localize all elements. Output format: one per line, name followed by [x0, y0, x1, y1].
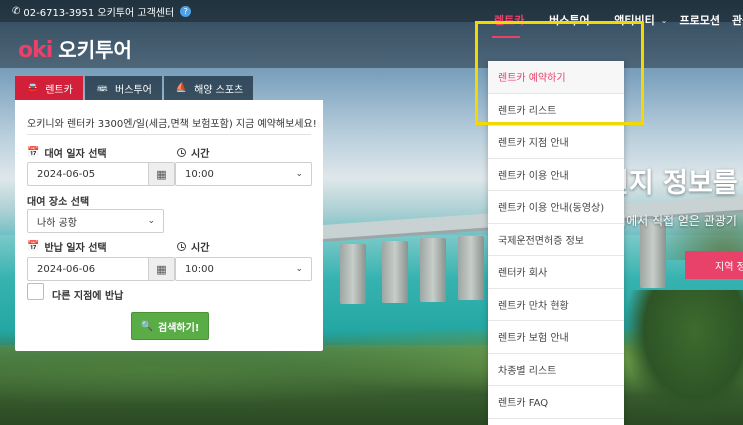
- chevron-down-icon: ⌄: [295, 169, 303, 179]
- divider: [27, 134, 311, 135]
- bridge-pillar: [420, 238, 446, 302]
- dropdown-item-guide[interactable]: 렌트카 이용 안내: [488, 159, 624, 191]
- pickup-date-label: 📅 대여 일자 선택: [27, 145, 107, 160]
- chevron-down-icon: ⌄: [147, 216, 155, 226]
- booking-tabs: 🚘 렌트카 🚌 버스투어 ⛵ 해양 스포츠: [15, 76, 254, 100]
- calendar-icon[interactable]: ▦: [148, 258, 174, 280]
- rentcar-booking-form: 오키니와 렌터카 3300엔/일(세금,면책 보험포함) 지금 예약해보세요! …: [15, 100, 323, 351]
- pickup-time-label: 시간: [177, 145, 209, 160]
- region-button[interactable]: 지역 정: [685, 251, 743, 279]
- dropdown-item-insurance[interactable]: 렌트카 보험 안내: [488, 321, 624, 354]
- clock-icon: [177, 242, 186, 251]
- highlight-box: [475, 21, 644, 125]
- pickup-date-value: 2024-06-05: [37, 168, 96, 180]
- phone-icon: ✆: [12, 5, 21, 17]
- tab-label: 버스투어: [115, 84, 152, 96]
- bridge-pillar: [382, 241, 408, 303]
- label-text: 시간: [191, 243, 210, 254]
- return-time-select[interactable]: 10:00 ⌄: [175, 257, 312, 281]
- form-intro-text: 오키니와 렌터카 3300엔/일(세금,면책 보험포함) 지금 예약해보세요!: [27, 119, 317, 130]
- search-button[interactable]: 🔍 검색하기!: [131, 312, 209, 340]
- hero-title: 현지 정보를: [604, 168, 738, 199]
- clock-icon: [177, 148, 186, 157]
- palm-tree: [623, 290, 743, 425]
- dropdown-item-branches[interactable]: 렌트카 지점 안내: [488, 126, 624, 159]
- dropdown-item-models[interactable]: 차종별 리스트: [488, 354, 624, 386]
- location-label: 대여 장소 선택: [27, 197, 90, 208]
- tab-marine-sports[interactable]: ⛵ 해양 스포츠: [163, 76, 254, 100]
- chevron-down-icon: ⌄: [660, 15, 668, 25]
- calendar-icon[interactable]: ▦: [148, 163, 174, 185]
- tab-rentcar[interactable]: 🚘 렌트카: [15, 76, 83, 100]
- pickup-time-value: 10:00: [185, 168, 214, 180]
- logo-mark: oki: [18, 38, 53, 63]
- phone-text[interactable]: 02-6713-3951 오키투어 고객센터: [23, 4, 174, 19]
- return-date-value: 2024-06-06: [37, 263, 96, 275]
- nav-item-promotion[interactable]: 프로모션: [673, 12, 725, 28]
- tab-label: 해양 스포츠: [194, 84, 244, 96]
- pickup-location-select[interactable]: 나하 공항 ⌄: [27, 209, 164, 233]
- search-icon: 🔍: [140, 320, 154, 332]
- dropdown-item-companies[interactable]: 렌터카 회사: [488, 256, 624, 289]
- calendar-icon: 📅: [27, 241, 40, 252]
- pickup-time-select[interactable]: 10:00 ⌄: [175, 162, 312, 186]
- nav-item-label: 프로모션: [679, 14, 720, 27]
- search-button-label: 검색하기!: [158, 322, 200, 334]
- different-return-checkbox[interactable]: [27, 283, 44, 300]
- label-text: 시간: [191, 149, 210, 160]
- bus-icon: 🚌: [96, 83, 109, 93]
- dropdown-item-guide-video[interactable]: 렌트카 이용 안내(동영상): [488, 191, 624, 224]
- label-text: 반납 일자 선택: [44, 243, 107, 254]
- location-value: 나하 공항: [37, 217, 77, 229]
- dropdown-item-license[interactable]: 국제운전면허증 정보: [488, 224, 624, 256]
- bridge-pillar: [640, 222, 666, 288]
- nav-item-sightseeing[interactable]: 관광: [726, 12, 743, 28]
- dropdown-item-faq[interactable]: 렌트카 FAQ: [488, 386, 624, 419]
- site-logo[interactable]: oki 오키투어: [18, 34, 132, 63]
- different-return-label: 다른 지점에 반납: [52, 291, 124, 302]
- label-text: 대여 일자 선택: [44, 149, 107, 160]
- return-date-input[interactable]: 2024-06-06 ▦: [27, 257, 175, 281]
- help-icon[interactable]: ?: [180, 5, 192, 17]
- pickup-date-input[interactable]: 2024-06-05 ▦: [27, 162, 175, 186]
- boat-icon: ⛵: [175, 83, 188, 93]
- chevron-down-icon: ⌄: [295, 264, 303, 274]
- calendar-icon: 📅: [27, 147, 40, 158]
- nav-item-label: 관광: [731, 14, 743, 27]
- tab-bustour[interactable]: 🚌 버스투어: [84, 76, 162, 100]
- return-date-label: 📅 반납 일자 선택: [27, 239, 107, 254]
- bridge-pillar: [458, 236, 484, 300]
- dropdown-item-availability[interactable]: 렌트카 만차 현황: [488, 289, 624, 321]
- car-icon: 🚘: [27, 83, 39, 93]
- logo-name: 오키투어: [58, 38, 132, 62]
- return-time-value: 10:00: [185, 263, 214, 275]
- return-time-label: 시간: [177, 239, 209, 254]
- bridge-pillar: [340, 244, 366, 304]
- tab-label: 렌트카: [45, 84, 73, 96]
